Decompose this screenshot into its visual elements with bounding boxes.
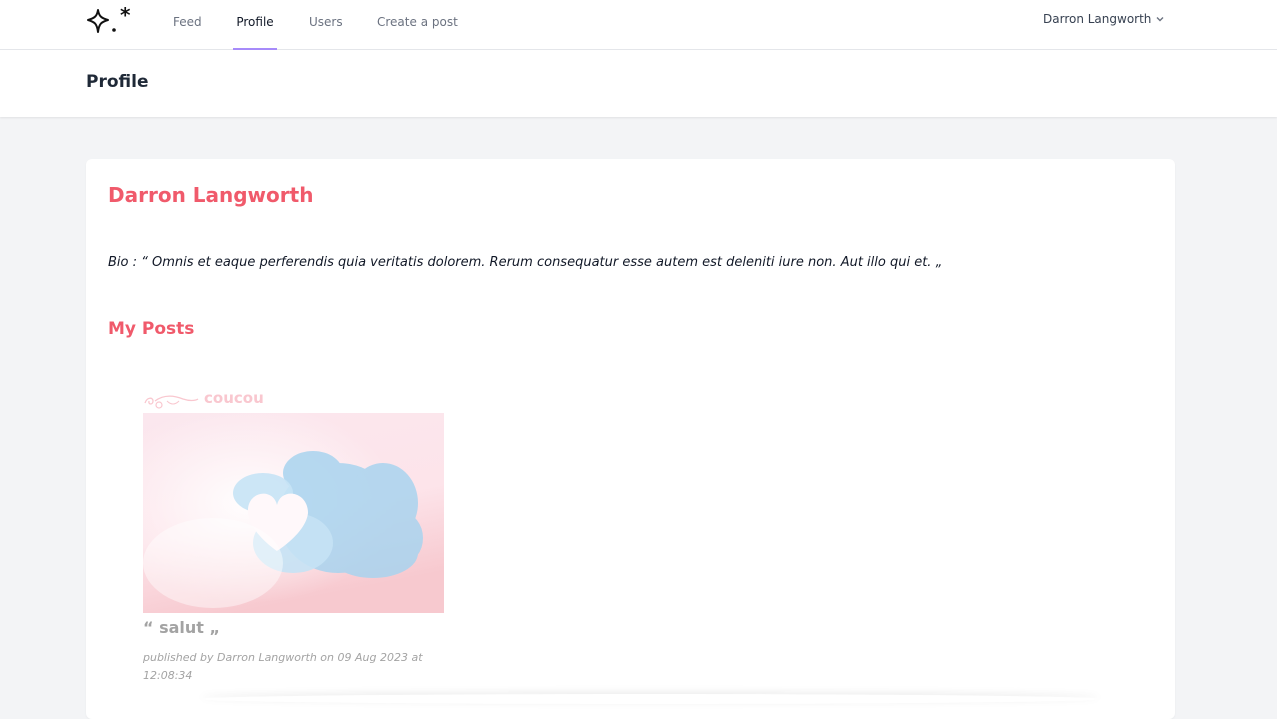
post-title: coucou bbox=[204, 389, 264, 407]
post-card[interactable]: coucou “ salut „ published by Darron Lan… bbox=[143, 387, 444, 685]
chevron-down-icon bbox=[1156, 17, 1164, 22]
bottom-floating-bar-shadow bbox=[200, 694, 1100, 704]
post-meta: published by Darron Langworth on 09 Aug … bbox=[143, 651, 423, 682]
swirl-ornament-icon bbox=[144, 395, 199, 409]
page-title: Profile bbox=[86, 72, 149, 92]
post-header: coucou bbox=[143, 387, 444, 413]
user-menu-name: Darron Langworth bbox=[1043, 12, 1152, 26]
sparkle-logo-icon[interactable]: * bbox=[86, 6, 134, 36]
post-image[interactable] bbox=[143, 413, 444, 613]
post-quote: “ salut „ bbox=[143, 618, 221, 637]
profile-card: Darron Langworth Bio : “ Omnis et eaque … bbox=[86, 159, 1175, 719]
profile-bio: Bio : “ Omnis et eaque perferendis quia … bbox=[108, 255, 943, 270]
profile-name: Darron Langworth bbox=[108, 183, 314, 207]
my-posts-title: My Posts bbox=[108, 319, 195, 339]
nav-link-create-post[interactable]: Create a post bbox=[377, 0, 458, 50]
nav-link-users[interactable]: Users bbox=[309, 0, 343, 50]
nav-link-profile[interactable]: Profile bbox=[233, 0, 277, 50]
user-menu-dropdown[interactable]: Darron Langworth bbox=[1043, 12, 1165, 26]
nav-link-feed[interactable]: Feed bbox=[173, 0, 202, 50]
svg-text:*: * bbox=[120, 6, 131, 27]
page-header: Profile bbox=[0, 50, 1277, 117]
top-navigation: * Feed Profile Users Create a post Darro… bbox=[0, 0, 1277, 50]
